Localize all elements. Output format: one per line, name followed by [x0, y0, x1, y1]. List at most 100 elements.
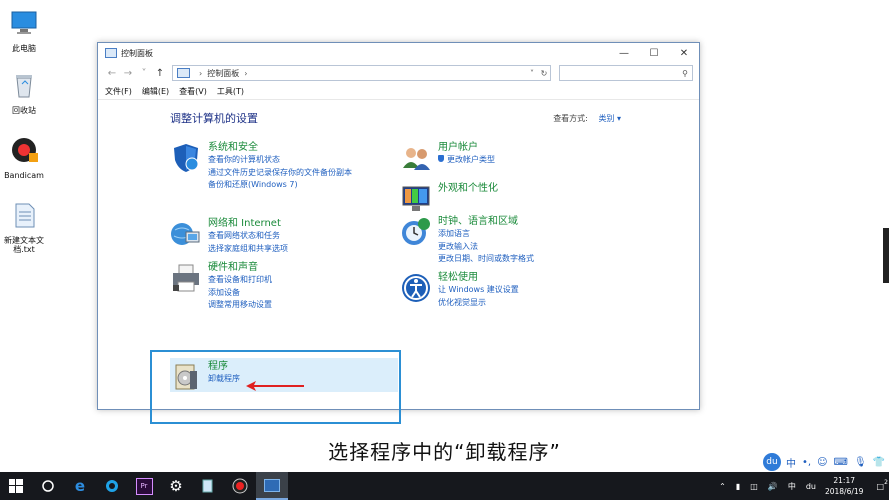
action-center-icon[interactable]: □ 2 [876, 479, 888, 491]
category-programs: 程序 卸载程序 [170, 361, 240, 393]
windows-start-icon[interactable] [0, 472, 32, 500]
breadcrumb-item[interactable]: 控制面板 [207, 68, 239, 79]
appearance-monitor-icon [402, 186, 430, 211]
desktop-icon-label: 新建文本文档.txt [4, 236, 44, 254]
control-panel-taskbar-icon[interactable] [256, 472, 288, 500]
category-title[interactable]: 网络和 Internet [208, 218, 288, 230]
page-title: 调整计算机的设置 [170, 112, 258, 125]
record-icon[interactable] [224, 472, 256, 500]
link-add-language[interactable]: 添加语言 [438, 228, 534, 241]
link-view-computer-status[interactable]: 查看你的计算机状态 [208, 154, 352, 167]
ime-keyboard-icon[interactable]: ⌨ [834, 457, 848, 468]
refresh-icon[interactable]: ↻ [538, 69, 550, 78]
link-file-history-backup[interactable]: 通过文件历史记录保存你的文件备份副本 [208, 167, 352, 180]
ime-emoji-icon[interactable]: ☺ [817, 457, 827, 468]
category-title[interactable]: 程序 [208, 361, 240, 373]
view-by-dropdown[interactable]: 类别 ▾ [598, 114, 621, 123]
category-user-accounts: 用户帐户 更改帐户类型 [400, 142, 495, 174]
forward-arrow-icon[interactable]: → [120, 68, 136, 79]
computer-icon [11, 11, 37, 34]
category-title[interactable]: 轻松使用 [438, 272, 519, 284]
menu-tools[interactable]: 工具(T) [217, 86, 244, 97]
menu-view[interactable]: 查看(V) [179, 86, 207, 97]
desktop-icon-label: Bandicam [4, 171, 44, 180]
search-icon: ⚲ [682, 68, 688, 78]
link-change-input-method[interactable]: 更改输入法 [438, 241, 534, 254]
address-dropdown-icon[interactable]: ˅ [526, 69, 538, 78]
back-arrow-icon[interactable]: ← [104, 68, 120, 79]
category-title[interactable]: 时钟、语言和区域 [438, 216, 534, 228]
category-title[interactable]: 系统和安全 [208, 142, 352, 154]
maximize-button[interactable]: ☐ [639, 43, 669, 63]
up-arrow-icon[interactable]: ↑ [152, 68, 168, 79]
printer-icon [173, 264, 199, 292]
address-bar[interactable]: › 控制面板 › ˅ ↻ [172, 65, 551, 81]
notepad-icon[interactable] [192, 472, 224, 500]
ime-language-toggle[interactable]: 中 [786, 455, 796, 470]
link-devices-printers[interactable]: 查看设备和打印机 [208, 274, 272, 287]
menu-file[interactable]: 文件(F) [105, 86, 132, 97]
desktop-icon-text-file[interactable]: 新建文本文档.txt [4, 200, 44, 254]
link-add-device[interactable]: 添加设备 [208, 287, 272, 300]
link-mobility-settings[interactable]: 调整常用移动设置 [208, 299, 272, 312]
link-change-account-type[interactable]: 更改帐户类型 [438, 154, 495, 167]
notification-count: 2 [884, 478, 888, 486]
premiere-icon[interactable]: Pr [128, 472, 160, 500]
tray-volume-icon[interactable]: 🔊 [768, 482, 778, 491]
edge-icon[interactable]: e [64, 472, 96, 500]
title-bar[interactable]: 控制面板 — ☐ ✕ [98, 43, 699, 63]
link-backup-restore[interactable]: 备份和还原(Windows 7) [208, 179, 352, 192]
settings-gear-icon[interactable]: ⚙ [160, 472, 192, 500]
desktop-icon-label: 此电脑 [12, 44, 36, 53]
network-globe-icon [171, 223, 200, 245]
category-appearance: 外观和个性化 [400, 183, 498, 215]
search-input[interactable]: ⚲ [559, 65, 693, 81]
desktop-icon-bandicam[interactable]: Bandicam [4, 135, 44, 180]
ease-of-access-icon [402, 274, 430, 302]
link-uninstall-program[interactable]: 卸载程序 [208, 373, 240, 386]
main-content: 调整计算机的设置 查看方式: 类别 ▾ 系统和安全 查看你的计算机状态 通过文件… [98, 100, 699, 424]
clock-date: 2018/6/19 [824, 487, 864, 496]
close-button[interactable]: ✕ [669, 43, 699, 63]
cortana-icon[interactable] [32, 472, 64, 500]
annotation-arrow-icon [246, 381, 304, 391]
category-title[interactable]: 用户帐户 [438, 142, 495, 154]
address-row: ← → ˅ ↑ › 控制面板 › ˅ ↻ ⚲ [98, 63, 699, 83]
control-panel-window: 控制面板 — ☐ ✕ ← → ˅ ↑ › 控制面板 › ˅ ↻ ⚲ 文件(F) … [97, 42, 700, 424]
ime-voice-icon[interactable]: 🎙 [854, 457, 867, 468]
menu-edit[interactable]: 编辑(E) [142, 86, 169, 97]
ime-toolbar[interactable]: du 中 •, ☺ ⌨ 🎙 👕 ≡ [763, 452, 889, 472]
history-chevron-icon[interactable]: ˅ [136, 68, 152, 79]
link-change-date-time-format[interactable]: 更改日期、时间或数字格式 [438, 253, 534, 266]
video-subtitle: 选择程序中的“卸载程序” [328, 440, 561, 464]
tray-network-icon[interactable]: ◫ [750, 482, 758, 491]
desktop-icon-recycle-bin[interactable]: 回收站 [4, 70, 44, 115]
link-windows-suggest-settings[interactable]: 让 Windows 建议设置 [438, 284, 519, 297]
ime-punctuation-icon[interactable]: •, [802, 457, 811, 468]
ime-skin-icon[interactable]: 👕 [873, 457, 885, 468]
category-title[interactable]: 外观和个性化 [438, 183, 498, 195]
desktop-icon-computer[interactable]: 此电脑 [4, 8, 44, 53]
browser-icon[interactable] [96, 472, 128, 500]
control-panel-small-icon [177, 68, 190, 78]
category-ease-of-access: 轻松使用 让 Windows 建议设置 优化视觉显示 [400, 272, 519, 309]
category-system-security: 系统和安全 查看你的计算机状态 通过文件历史记录保存你的文件备份副本 备份和还原… [170, 142, 352, 192]
category-hardware-sound: 硬件和声音 查看设备和打印机 添加设备 调整常用移动设置 [170, 262, 272, 312]
link-network-status[interactable]: 查看网络状态和任务 [208, 230, 288, 243]
tray-chevron-icon[interactable]: ⌃ [719, 482, 726, 491]
minimize-button[interactable]: — [609, 43, 639, 63]
window-title: 控制面板 [121, 48, 153, 58]
category-title[interactable]: 硬件和声音 [208, 262, 272, 274]
tray-du-icon[interactable]: du [806, 482, 816, 491]
tray-language[interactable]: 中 [788, 481, 796, 492]
security-shield-icon [174, 144, 199, 172]
clock[interactable]: 21:17 2018/6/19 [825, 475, 863, 497]
link-optimize-visual-display[interactable]: 优化视觉显示 [438, 297, 519, 310]
users-icon [403, 148, 430, 170]
link-homegroup-sharing[interactable]: 选择家庭组和共享选项 [208, 243, 288, 256]
breadcrumb-chevron-icon[interactable]: › [244, 69, 247, 78]
system-tray: ⌃ ▮ ◫ 🔊 中 du 21:17 2018/6/19 □ 2 [714, 472, 889, 500]
control-panel-icon [105, 48, 117, 58]
tray-battery-icon[interactable]: ▮ [736, 482, 740, 491]
recycle-bin-icon [16, 75, 32, 98]
